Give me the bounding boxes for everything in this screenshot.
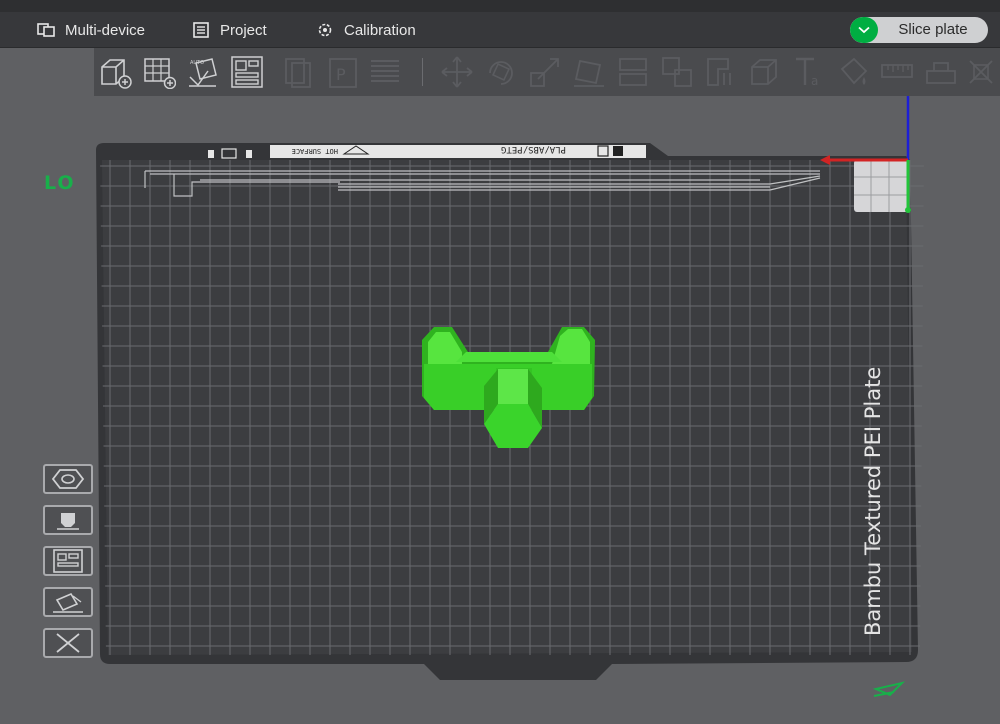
axis-gizmo[interactable]: [872, 681, 906, 697]
hot-surface-text: HOT SURFACE: [292, 147, 338, 155]
split-icon[interactable]: [660, 54, 694, 90]
slice-plate-button[interactable]: Slice plate: [850, 17, 988, 43]
support-paint-icon[interactable]: [704, 54, 738, 90]
nozzle-view-icon: [57, 513, 79, 530]
project-tab[interactable]: Project: [192, 19, 267, 41]
rotate-icon[interactable]: [484, 54, 518, 90]
excluded-area: [854, 160, 908, 212]
calibration-icon: [316, 21, 334, 39]
project-label: Project: [220, 21, 267, 39]
scale-icon[interactable]: [528, 54, 562, 90]
view-iso-button[interactable]: [43, 464, 93, 494]
logo-icon: [613, 146, 623, 156]
build-plate-scene: HOT SURFACE PLA/ABS/PETG Bambu Textured …: [96, 96, 924, 697]
arrange-icon[interactable]: [230, 54, 264, 90]
calibration-label: Calibration: [344, 21, 416, 39]
color-paint-icon[interactable]: [836, 54, 870, 90]
clear-view-button[interactable]: [43, 628, 93, 658]
filament-text: PLA/ABS/PETG: [501, 144, 566, 154]
add-icon[interactable]: [98, 54, 132, 90]
multi-device-label: Multi-device: [65, 21, 146, 39]
layers-icon[interactable]: [368, 54, 402, 90]
copy-icon[interactable]: [282, 54, 316, 90]
assembly-icon[interactable]: [924, 54, 958, 90]
multi-device-icon: [37, 21, 55, 39]
auto-orient-view-button[interactable]: [43, 587, 93, 617]
auto-orient-icon[interactable]: AUTO: [186, 54, 220, 90]
measure-icon[interactable]: [880, 54, 914, 90]
arrange-view-icon: [53, 549, 83, 573]
slice-plate-label: Slice plate: [898, 21, 968, 38]
toolbar: AUTO P a: [94, 48, 1000, 96]
close-icon: [56, 633, 80, 653]
slice-dropdown-toggle[interactable]: [850, 17, 878, 43]
move-icon[interactable]: [440, 54, 474, 90]
hexagon-view-icon: [51, 469, 85, 489]
add-plate-icon[interactable]: [142, 54, 176, 90]
title-strip: [0, 0, 1000, 12]
svg-text:a: a: [811, 74, 818, 88]
chevron-down-icon: [858, 26, 870, 34]
arrange-view-button[interactable]: [43, 546, 93, 576]
calibration-tab[interactable]: Calibration: [316, 19, 416, 41]
bambu-studio-window: Multi-device Project Calibration Slice p…: [0, 0, 1000, 724]
project-icon: [192, 21, 210, 39]
view-top-button[interactable]: [43, 505, 93, 535]
lo-indicator: LO: [44, 172, 76, 194]
menu-bar: Multi-device Project Calibration Slice p…: [0, 12, 1000, 48]
plate-name-text: Bambu Textured PEI Plate: [861, 367, 885, 636]
toolbar-separator: [422, 58, 423, 86]
more-icon[interactable]: [964, 54, 998, 90]
svg-text:P: P: [336, 65, 346, 84]
lay-on-face-icon[interactable]: [572, 54, 606, 90]
cut-icon[interactable]: [616, 54, 650, 90]
paste-icon[interactable]: P: [326, 54, 360, 90]
svg-text:AUTO: AUTO: [190, 60, 204, 66]
multi-device-tab[interactable]: Multi-device: [37, 19, 145, 41]
seam-paint-icon[interactable]: [748, 54, 782, 90]
auto-orient-view-icon: [53, 592, 83, 613]
3d-viewport[interactable]: HOT SURFACE PLA/ABS/PETG Bambu Textured …: [0, 96, 1000, 724]
text-icon[interactable]: a: [792, 54, 826, 90]
